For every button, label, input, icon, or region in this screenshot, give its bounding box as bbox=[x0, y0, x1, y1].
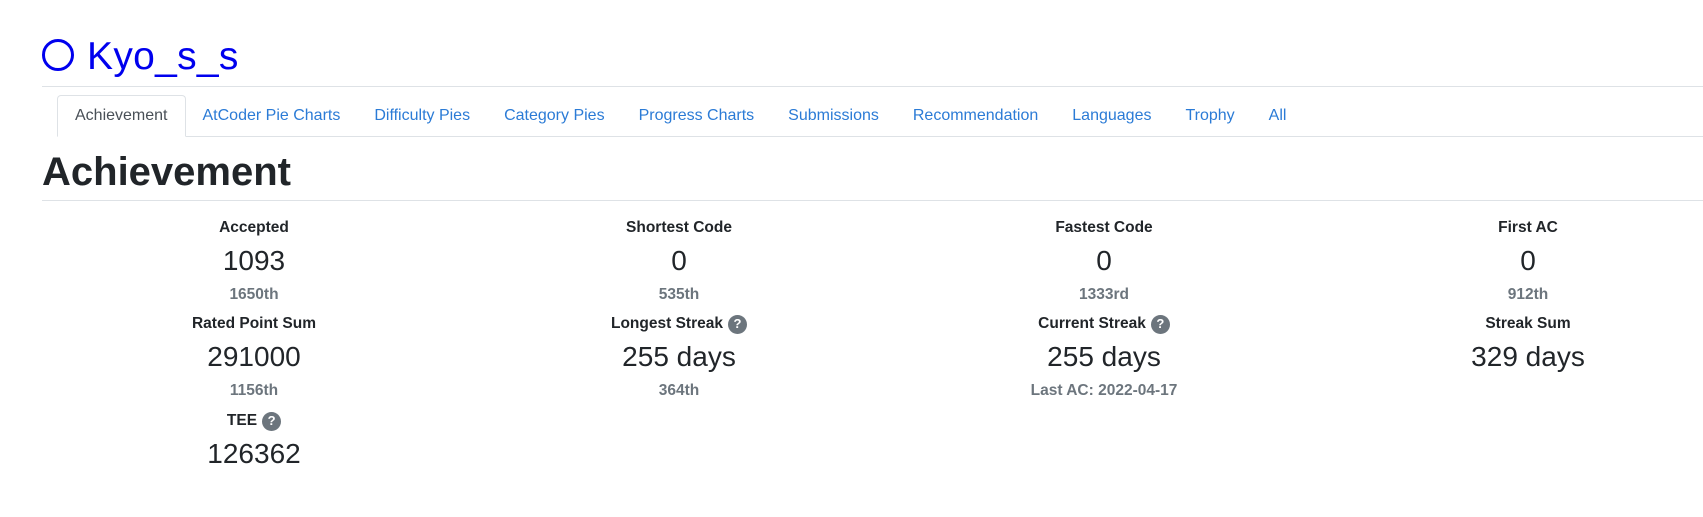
stat-tee: TEE ? 126362 bbox=[104, 411, 404, 471]
stat-label: Shortest Code bbox=[626, 219, 732, 236]
stat-rank: 535th bbox=[658, 286, 700, 303]
nav-tabs: Achievement AtCoder Pie Charts Difficult… bbox=[57, 95, 1703, 137]
stat-streak-sum: Streak Sum 329 days bbox=[1378, 314, 1678, 374]
help-icon[interactable]: ? bbox=[1150, 314, 1170, 334]
user-header: Kyo_s_s bbox=[42, 28, 239, 84]
stat-rank: 1333rd bbox=[1079, 286, 1129, 303]
stat-label: First AC bbox=[1498, 219, 1558, 236]
stat-value: 255 days bbox=[622, 341, 736, 372]
stat-longest-streak: Longest Streak ? 255 days 364th bbox=[529, 314, 829, 401]
tab-trophy[interactable]: Trophy bbox=[1168, 95, 1251, 137]
username-link[interactable]: Kyo_s_s bbox=[87, 37, 239, 76]
stat-label: Fastest Code bbox=[1055, 219, 1153, 236]
stat-label: Rated Point Sum bbox=[191, 315, 316, 332]
stat-value: 126362 bbox=[207, 438, 301, 469]
help-icon[interactable]: ? bbox=[727, 314, 747, 334]
stat-accepted: Accepted 1093 1650th bbox=[104, 218, 404, 305]
stat-rank: 1156th bbox=[229, 382, 279, 399]
stat-label: Longest Streak bbox=[611, 315, 723, 332]
stat-label-row: TEE ? bbox=[104, 411, 404, 431]
tab-progress-charts[interactable]: Progress Charts bbox=[622, 95, 772, 137]
stat-rank: 912th bbox=[1507, 286, 1549, 303]
stat-first-ac: First AC 0 912th bbox=[1378, 218, 1678, 305]
stat-current-streak: Current Streak ? 255 days Last AC: 2022-… bbox=[954, 314, 1254, 401]
tab-achievement[interactable]: Achievement bbox=[57, 95, 186, 137]
last-ac-date: Last AC: 2022-04-17 bbox=[1030, 382, 1178, 399]
stat-label-row: Longest Streak ? bbox=[529, 314, 829, 334]
tab-submissions[interactable]: Submissions bbox=[771, 95, 896, 137]
tab-category-pies[interactable]: Category Pies bbox=[487, 95, 622, 137]
stat-rated-point-sum: Rated Point Sum 291000 1156th bbox=[104, 314, 404, 401]
stat-value: 0 bbox=[1520, 245, 1536, 276]
stat-rank: 364th bbox=[658, 382, 700, 399]
tab-languages[interactable]: Languages bbox=[1055, 95, 1168, 137]
page: Kyo_s_s Achievement AtCoder Pie Charts D… bbox=[0, 0, 1703, 517]
stat-label: TEE bbox=[226, 412, 258, 429]
tab-recommendation[interactable]: Recommendation bbox=[896, 95, 1055, 137]
stat-value: 329 days bbox=[1471, 341, 1585, 372]
stat-value: 255 days bbox=[1047, 341, 1161, 372]
tab-difficulty-pies[interactable]: Difficulty Pies bbox=[357, 95, 487, 137]
rating-circle-icon bbox=[42, 39, 74, 71]
stat-value: 1093 bbox=[222, 245, 286, 276]
stat-fastest-code: Fastest Code 0 1333rd bbox=[954, 218, 1254, 305]
tab-atcoder-pie-charts[interactable]: AtCoder Pie Charts bbox=[186, 95, 358, 137]
stat-value: 291000 bbox=[207, 341, 301, 372]
stat-label: Current Streak bbox=[1038, 315, 1146, 332]
stat-rank: 1650th bbox=[229, 286, 279, 303]
stat-label-row: Current Streak ? bbox=[954, 314, 1254, 334]
stat-label: Streak Sum bbox=[1485, 315, 1571, 332]
section-title: Achievement bbox=[42, 150, 291, 194]
stat-value: 0 bbox=[671, 245, 687, 276]
stat-value: 0 bbox=[1096, 245, 1112, 276]
stat-shortest-code: Shortest Code 0 535th bbox=[529, 218, 829, 305]
stat-label: Accepted bbox=[219, 219, 289, 236]
section-divider bbox=[42, 200, 1703, 201]
header-divider bbox=[42, 86, 1703, 87]
help-icon[interactable]: ? bbox=[262, 411, 282, 431]
tab-all[interactable]: All bbox=[1252, 95, 1304, 137]
